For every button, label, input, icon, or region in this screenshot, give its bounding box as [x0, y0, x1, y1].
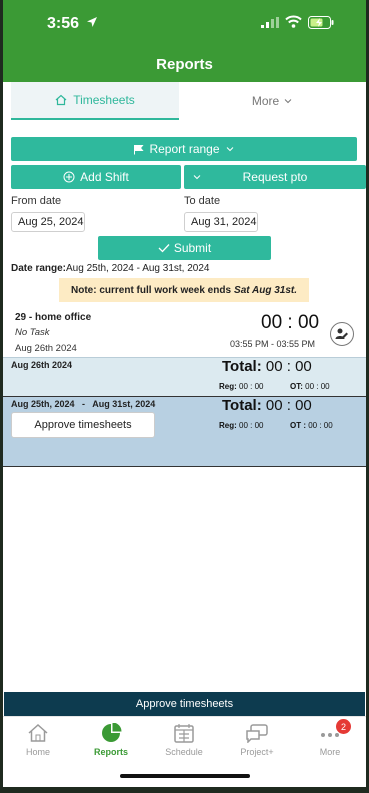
flag-icon: [134, 144, 145, 154]
notification-badge: 2: [336, 719, 351, 734]
submit-label: Submit: [173, 241, 212, 255]
tab-timesheets[interactable]: Timesheets: [11, 82, 179, 120]
calendar-icon: [174, 724, 194, 743]
nav-home[interactable]: Home: [8, 723, 68, 757]
day-total-value: 00 : 00: [265, 358, 312, 375]
plus-circle-icon: [63, 171, 75, 183]
date-range-label: Date range:: [11, 263, 67, 274]
report-tabs: Timesheets More: [11, 82, 366, 120]
home-icon: [28, 723, 48, 742]
request-pto-label: Request pto: [242, 170, 308, 184]
cellular-signal-icon: [261, 17, 279, 28]
shift-title: 29 - home office: [15, 312, 92, 323]
chevron-down-icon: [193, 175, 201, 180]
shift-task: No Task: [15, 327, 50, 338]
week-reg-label: Reg:: [219, 421, 237, 430]
nav-home-label: Home: [25, 747, 50, 757]
add-shift-label: Add Shift: [80, 170, 129, 184]
tab-timesheets-label: Timesheets: [73, 93, 135, 107]
day-summary: Aug 26th 2024 Total: 00 : 00 Reg: 00 : 0…: [3, 357, 366, 396]
to-date-field[interactable]: Aug 31, 2024: [184, 212, 258, 232]
checkmark-icon: [158, 244, 170, 253]
work-week-note: Note: current full work week ends Sat Au…: [59, 278, 309, 302]
request-pto-button[interactable]: Request pto: [184, 165, 366, 189]
battery-charging-icon: [308, 16, 334, 29]
week-total-value: 00 : 00: [265, 397, 312, 414]
day-total: Total: 00 : 00: [222, 358, 312, 375]
home-indicator: [120, 774, 250, 778]
to-date-label: To date: [184, 195, 221, 207]
report-range-button[interactable]: Report range: [11, 137, 357, 161]
pie-chart-icon: [102, 723, 122, 742]
tab-more[interactable]: More: [179, 82, 366, 120]
add-shift-button[interactable]: Add Shift: [11, 165, 181, 189]
nav-more[interactable]: More: [300, 723, 360, 757]
week-end: Aug 31st, 2024: [92, 399, 156, 409]
tab-more-label: More: [251, 94, 280, 108]
approve-timesheets-bar[interactable]: Approve timesheets: [4, 692, 365, 716]
nav-schedule-label: Schedule: [165, 747, 203, 757]
week-reg: Reg: 00 : 00: [219, 421, 263, 430]
day-ot-label: OT:: [290, 382, 303, 391]
note-text: Note: current full work week ends: [70, 284, 232, 296]
home-icon: [55, 94, 67, 106]
shift-time-range: 03:55 PM - 03:55 PM: [230, 339, 316, 349]
app-header: 3:56 Reports: [3, 0, 366, 82]
week-reg-value: 00 : 00: [239, 421, 264, 430]
location-arrow-icon: [87, 17, 97, 27]
week-ot-label: OT :: [290, 421, 306, 430]
approve-timesheets-button[interactable]: Approve timesheets: [11, 412, 155, 438]
from-date-field[interactable]: Aug 25, 2024: [11, 212, 85, 232]
chevron-down-icon: [226, 147, 233, 152]
week-total: Total: 00 : 00: [222, 397, 312, 414]
day-reg: Reg: 00 : 00: [219, 382, 263, 391]
week-start: Aug 25th, 2024: [11, 399, 75, 409]
nav-more-label: More: [319, 747, 341, 757]
edit-shift-button[interactable]: [330, 322, 354, 346]
page-title: Reports: [156, 56, 213, 73]
day-summary-date: Aug 26th 2024: [11, 360, 73, 370]
nav-project-label: Project+: [240, 747, 274, 757]
note-date: Sat Aug 31st.: [234, 284, 298, 296]
week-range: Aug 25th, 2024 - Aug 31st, 2024: [11, 399, 155, 409]
chat-bubbles-icon: [246, 724, 268, 743]
nav-reports-label: Reports: [93, 747, 128, 757]
week-ot: OT : 00 : 00: [290, 421, 333, 430]
status-time: 3:56: [47, 15, 80, 32]
nav-reports[interactable]: Reports: [81, 723, 141, 757]
nav-project[interactable]: Project+: [227, 723, 287, 757]
week-sep: -: [82, 399, 86, 409]
nav-schedule[interactable]: Schedule: [154, 723, 214, 757]
date-range-value: Aug 25th, 2024 - Aug 31st, 2024: [66, 263, 210, 274]
from-date-label: From date: [11, 195, 62, 207]
day-total-label: Total:: [222, 358, 262, 375]
week-total-label: Total:: [222, 397, 262, 414]
user-edit-icon: [335, 328, 348, 339]
report-range-label: Report range: [149, 142, 220, 156]
shift-duration: 00 : 00: [261, 312, 320, 333]
app-screen: 3:56 Reports Timesheets More Report rang…: [3, 0, 366, 787]
chevron-down-icon: [284, 99, 292, 104]
week-ot-value: 00 : 00: [308, 421, 333, 430]
day-reg-label: Reg:: [219, 382, 237, 391]
day-ot-value: 00 : 00: [305, 382, 330, 391]
wifi-icon: [285, 15, 302, 28]
submit-button[interactable]: Submit: [98, 236, 271, 260]
day-reg-value: 00 : 00: [239, 382, 264, 391]
date-range-text: Date range:Aug 25th, 2024 - Aug 31st, 20…: [11, 263, 209, 274]
day-ot: OT: 00 : 00: [290, 382, 330, 391]
shift-date: Aug 26th 2024: [15, 343, 77, 354]
